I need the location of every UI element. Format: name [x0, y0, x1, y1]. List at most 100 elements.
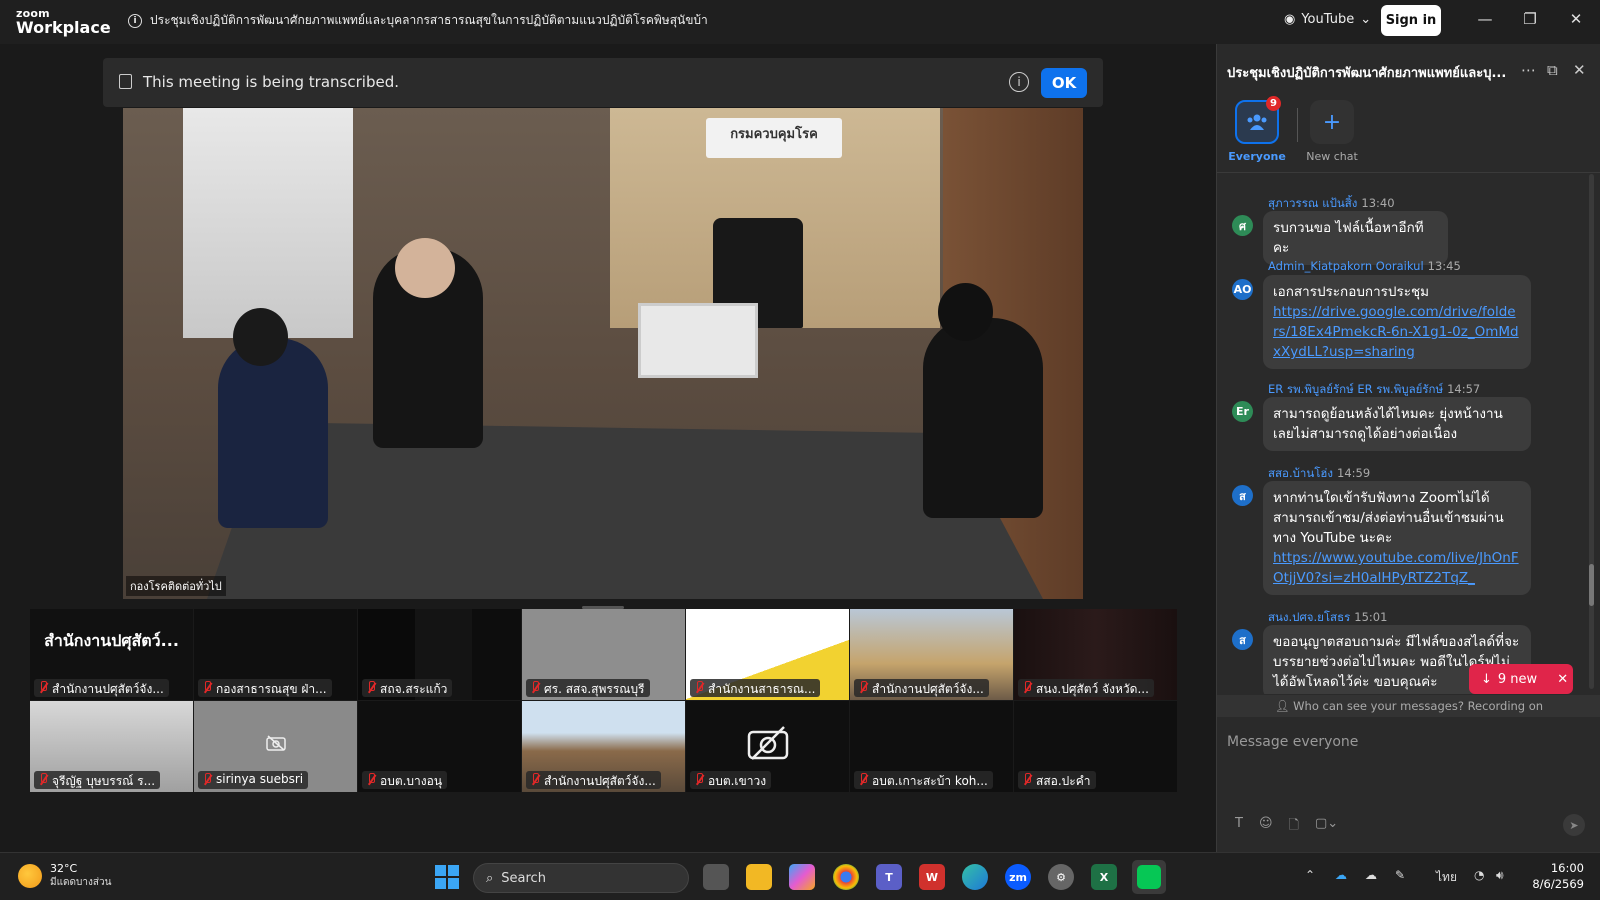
video-sign: กรมควบคุมโรค — [706, 118, 842, 158]
transcription-banner: This meeting is being transcribed. — [103, 58, 1103, 107]
message-link[interactable]: https://drive.google.com/drive/folders/1… — [1273, 304, 1519, 360]
participant-tile[interactable]: สำนักงานปศุสัตว์จัง... — [850, 609, 1013, 700]
privacy-text: Who can see your messages? Recording on — [1293, 699, 1544, 713]
avatar: ศ — [1232, 215, 1253, 236]
participant-tile[interactable]: อบต.เขาวง — [686, 701, 849, 792]
participant-name-tag: สำนักงานสาธารณ... — [690, 679, 821, 697]
ok-button[interactable]: OK — [1041, 68, 1087, 98]
participant-tile[interactable]: อบต.เกาะสะบ้า koh... — [850, 701, 1013, 792]
participant-tile[interactable]: สสอ.ปะคำ — [1014, 701, 1177, 792]
plus-icon: + — [1322, 109, 1342, 135]
participant-name: sirinya suebsri — [216, 772, 304, 786]
search-label: Search — [501, 870, 546, 886]
chat-scrollbar-thumb[interactable] — [1589, 564, 1594, 606]
onedrive-icon[interactable]: ☁ — [1335, 868, 1347, 882]
video-window-bg — [183, 108, 353, 338]
participant-tile[interactable]: สถจ.สระแก้ว — [358, 609, 521, 700]
participant-tile[interactable]: สำนักงานปศุสัตว์จัง... — [522, 701, 685, 792]
copilot-icon[interactable] — [789, 864, 815, 890]
gallery-strip: สำนักงานปศุสัตว์... สำนักงานปศุสัตว์จัง.… — [30, 609, 1178, 794]
teams-icon[interactable]: T — [876, 864, 902, 890]
language-indicator[interactable]: ไทย — [1436, 868, 1457, 887]
zoom-logo: zoom Workplace — [16, 8, 111, 36]
sender-name: สสอ.บ้านโฮ่ง — [1268, 466, 1334, 480]
mic-muted-icon — [858, 681, 868, 694]
participant-tile[interactable]: ศร. สสจ.สุพรรณบุรี — [522, 609, 685, 700]
chrome-icon[interactable] — [833, 864, 859, 890]
participant-name: จุรีญัฐ บุษบรรณ์ ร... — [52, 774, 156, 788]
participant-tile[interactable]: สำนักงานปศุสัตว์... สำนักงานปศุสัตว์จัง.… — [30, 609, 193, 700]
edge-icon[interactable] — [962, 864, 988, 890]
tab-everyone[interactable]: 9 Everyone — [1225, 96, 1289, 163]
chat-title: ประชุมเชิงปฏิบัติการพัฒนาศักยภาพแพทย์และ… — [1227, 66, 1507, 81]
people-icon — [1247, 114, 1267, 130]
chevron-down-icon: ⌄ — [1360, 12, 1372, 27]
wifi-icon[interactable]: ◔ — [1474, 868, 1484, 882]
weather-widget[interactable]: 32°C มีแดดบางส่วน — [18, 862, 111, 890]
mic-muted-icon — [366, 773, 376, 786]
format-text-icon[interactable]: T — [1235, 816, 1243, 838]
sign-in-button[interactable]: Sign in — [1381, 5, 1441, 36]
meeting-info[interactable]: i ประชุมเชิงปฏิบัติการพัฒนาศักยภาพแพทย์แ… — [128, 11, 708, 30]
mic-muted-icon — [1022, 773, 1032, 786]
mic-muted-icon — [694, 681, 704, 694]
send-icon[interactable]: ➤ — [1563, 814, 1585, 836]
restore-icon[interactable]: ❐ — [1520, 10, 1540, 28]
pop-out-icon[interactable]: ⧉ — [1547, 61, 1558, 79]
settings-icon[interactable]: ⚙ — [1048, 864, 1074, 890]
info-icon[interactable]: i — [128, 13, 142, 28]
message-bubble: หากท่านใดเข้ารับฟังทาง Zoomไม่ได้ สามารถ… — [1263, 481, 1531, 595]
file-explorer-icon[interactable] — [746, 864, 772, 890]
main-video[interactable]: กรมควบคุมโรค กองโรคติดต่อทั่วไป — [123, 108, 1083, 599]
message-sender: Admin_Kiatpakorn Ooraikul 13:45 — [1268, 259, 1461, 273]
screenshot-icon[interactable]: ▢⌄ — [1315, 816, 1338, 838]
pen-icon[interactable]: ✎ — [1395, 868, 1405, 882]
mic-muted-icon — [694, 773, 704, 786]
message-link[interactable]: https://www.youtube.com/live/JhOnFOtjjV0… — [1273, 550, 1519, 586]
video-person — [218, 338, 328, 528]
participant-name-tag: sirinya suebsri — [198, 771, 309, 789]
participant-tile[interactable]: กองสาธารณสุข ฝ่า... — [194, 609, 357, 700]
info-icon[interactable]: i — [1009, 72, 1029, 92]
participant-name: สถจ.สระแก้ว — [380, 682, 448, 696]
participant-tile[interactable]: สนง.ปศุสัตว์ จังหวัด... — [1014, 609, 1177, 700]
new-messages-button[interactable]: ↓ 9 new ✕ — [1469, 664, 1573, 694]
sender-name: Admin_Kiatpakorn Ooraikul — [1268, 259, 1424, 273]
participant-name: สนง.ปศุสัตว์ จังหวัด... — [1036, 682, 1149, 696]
wps-icon[interactable]: W — [919, 864, 945, 890]
clock[interactable]: 16:00 8/6/2569 — [1524, 860, 1584, 892]
participant-name: ศร. สสจ.สุพรรณบุรี — [544, 682, 645, 696]
dismiss-icon[interactable]: ✕ — [1557, 672, 1568, 687]
emoji-icon[interactable]: ☺ — [1259, 816, 1273, 838]
video-person-head — [395, 238, 455, 298]
close-chat-icon[interactable]: ✕ — [1573, 61, 1586, 79]
video-monitor — [638, 303, 758, 378]
excel-icon[interactable]: X — [1091, 864, 1117, 890]
search-icon: ⌕ — [486, 870, 494, 886]
taskbar-search[interactable]: ⌕ Search — [473, 863, 689, 893]
avatar: AO — [1232, 279, 1253, 300]
line-app-icon[interactable] — [1132, 860, 1166, 894]
tab-new-chat[interactable]: + New chat — [1300, 100, 1364, 163]
chevron-up-icon[interactable]: ⌃ — [1305, 868, 1315, 882]
participant-tile[interactable]: sirinya suebsri — [194, 701, 357, 792]
file-icon[interactable]: 🗋︎ — [1289, 816, 1299, 838]
participant-name: สำนักงานปศุสัตว์จัง... — [544, 774, 656, 788]
livestream-youtube-button[interactable]: ◉ YouTube ⌄ — [1284, 12, 1371, 27]
participant-name-tag: กองสาธารณสุข ฝ่า... — [198, 679, 332, 697]
privacy-notice[interactable]: 👤︎ Who can see your messages? Recording … — [1217, 695, 1600, 717]
minimize-icon[interactable]: — — [1475, 10, 1495, 28]
message-input[interactable]: Message everyone — [1227, 734, 1358, 750]
participant-tile[interactable]: อบต.บางอนุ — [358, 701, 521, 792]
zoom-app-icon[interactable]: zm — [1005, 864, 1031, 890]
chat-message-list[interactable]: ศ สุภาวรรณ แป้นสิ้ง 13:40 รบกวนขอ ไฟล์เนื… — [1217, 172, 1600, 694]
cloud-sync-icon[interactable]: ☁ — [1365, 868, 1377, 882]
task-view-icon[interactable] — [703, 864, 729, 890]
more-options-icon[interactable]: ⋯ — [1521, 61, 1536, 79]
windows-start-icon[interactable] — [435, 865, 459, 889]
participant-tile[interactable]: จุรีญัฐ บุษบรรณ์ ร... — [30, 701, 193, 792]
volume-icon[interactable]: 🔊︎ — [1496, 868, 1504, 883]
close-icon[interactable]: ✕ — [1566, 10, 1586, 28]
chat-scrollbar[interactable] — [1589, 174, 1594, 689]
participant-tile[interactable]: สำนักงานสาธารณ... — [686, 609, 849, 700]
